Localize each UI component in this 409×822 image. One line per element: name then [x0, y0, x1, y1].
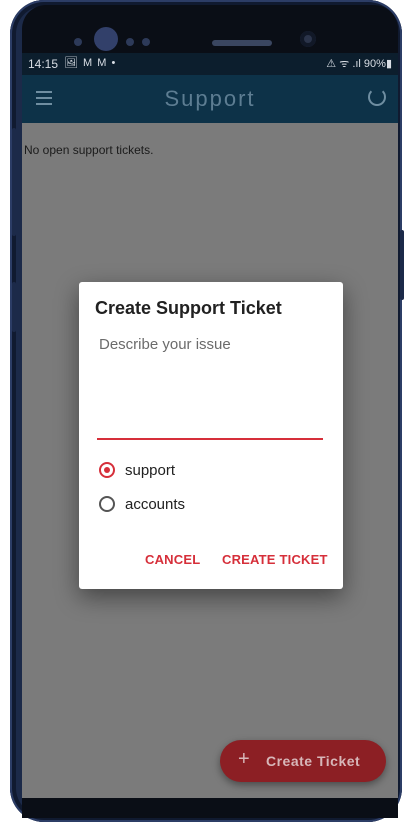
radio-option-support[interactable]: support — [99, 460, 175, 480]
radio-label-support: support — [125, 461, 176, 479]
create-ticket-dialog: Create Support Ticket support accounts C… — [79, 282, 343, 589]
earpiece-speaker — [212, 40, 272, 46]
volume-button — [12, 128, 16, 236]
cancel-button[interactable]: CANCEL — [145, 552, 200, 567]
notification-icons: 🖼 M M • — [64, 57, 117, 69]
app-bar: Support — [22, 75, 398, 123]
front-sensor — [94, 27, 118, 51]
radio-checked-icon[interactable] — [99, 462, 115, 478]
radio-option-accounts[interactable]: accounts — [99, 494, 185, 514]
page-title: Support — [164, 86, 256, 111]
top-bezel — [22, 5, 398, 58]
create-ticket-fab[interactable]: + Create Ticket — [220, 740, 386, 782]
status-time: 14:15 — [28, 57, 59, 71]
issue-description-input[interactable] — [97, 330, 323, 440]
radio-label-accounts: accounts — [125, 495, 186, 513]
empty-state-message: No open support tickets. — [24, 143, 154, 157]
status-right-icons: ⚠ ᯤ .ıl 90%▮ — [326, 58, 392, 70]
front-camera — [300, 31, 316, 47]
sensor-dot — [74, 38, 82, 46]
plus-icon: + — [238, 748, 250, 770]
status-bar: 14:15 🖼 M M • ⚠ ᯤ .ıl 90%▮ — [22, 53, 398, 75]
power-button — [400, 230, 404, 300]
bottom-bezel — [22, 798, 398, 818]
sensor-dot — [142, 38, 150, 46]
fab-label: Create Ticket — [266, 753, 361, 769]
refresh-icon[interactable] — [368, 88, 386, 106]
create-ticket-button[interactable]: CREATE TICKET — [222, 552, 328, 567]
sensor-dot — [126, 38, 134, 46]
dialog-title: Create Support Ticket — [95, 298, 282, 318]
radio-unchecked-icon[interactable] — [99, 496, 115, 512]
bixby-button — [12, 282, 16, 332]
